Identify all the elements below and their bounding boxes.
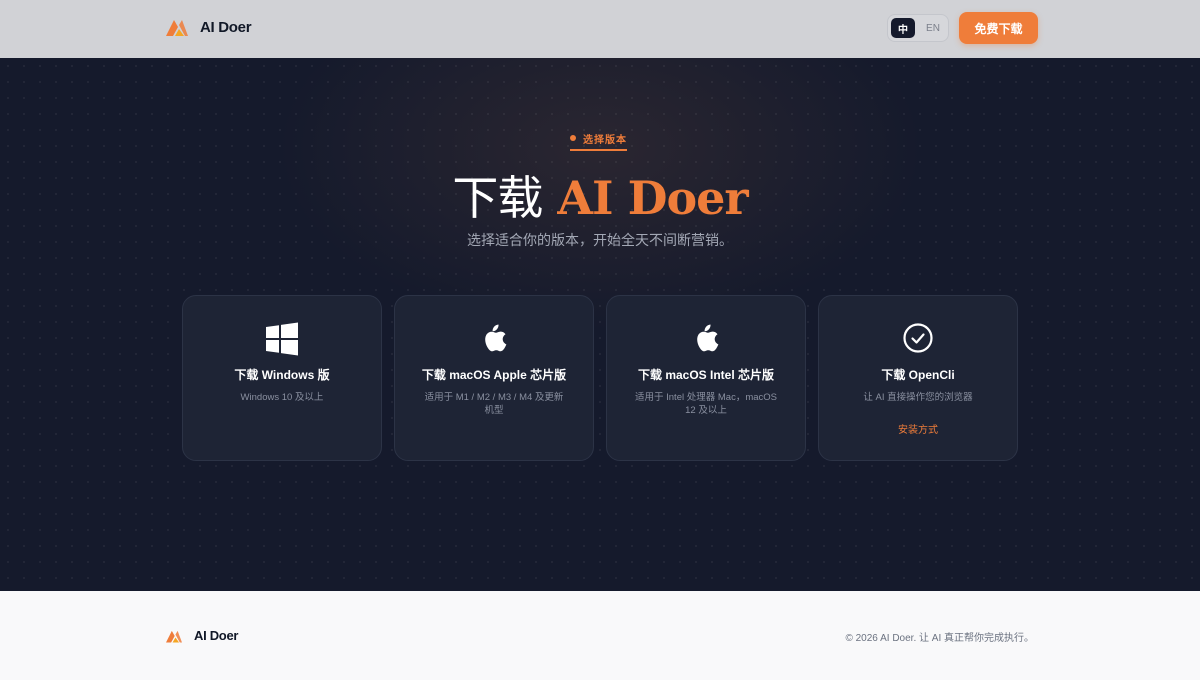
apple-icon	[485, 324, 507, 352]
card-icon-wrap	[819, 322, 1017, 356]
lang-option-zh[interactable]: 中	[891, 18, 915, 38]
language-switcher: 中 EN	[887, 14, 949, 42]
download-card-opencli[interactable]: 下载 OpenCli 让 AI 直接操作您的浏览器 安装方式	[818, 295, 1018, 461]
copyright-text: © 2026 AI Doer. 让 AI 真正帮你完成执行。	[845, 633, 1034, 644]
page-subtitle: 选择适合你的版本，开始全天不间断营销。	[467, 232, 733, 248]
site-footer: AI Doer © 2026 AI Doer. 让 AI 真正帮你完成执行。	[0, 591, 1200, 680]
footer-brand-name: AI Doer	[194, 628, 239, 643]
card-icon-wrap	[395, 322, 593, 356]
card-description: 让 AI 直接操作您的浏览器	[863, 392, 973, 403]
header-logo[interactable]: AI Doer	[166, 18, 252, 36]
install-guide-link[interactable]: 安装方式	[819, 421, 1017, 436]
lang-option-en[interactable]: EN	[921, 18, 945, 38]
logo-mark-icon	[166, 20, 188, 36]
card-title: 下载 macOS Apple 芯片版	[421, 368, 567, 382]
title-highlight: AI Doer	[557, 171, 748, 225]
download-hero: 选择版本 下载 AI Doer 选择适合你的版本，开始全天不间断营销。 下载 W…	[0, 58, 1200, 591]
card-icon-wrap	[183, 322, 381, 356]
eyebrow-label: 选择版本	[583, 134, 627, 146]
card-icon-wrap	[607, 322, 805, 356]
title-prefix: 下载	[452, 171, 543, 225]
check-circle-icon	[903, 323, 933, 353]
site-header: AI Doer 中 EN 免费下载	[0, 0, 1200, 58]
section-eyebrow: 选择版本	[570, 131, 627, 151]
eyebrow-dot-icon	[570, 135, 576, 141]
download-card-macos-intel[interactable]: 下载 macOS Intel 芯片版 适用于 Intel 处理器 Mac，mac…	[606, 295, 806, 461]
card-description: 适用于 M1 / M2 / M3 / M4 及更新机型	[424, 392, 564, 416]
page-title: 下载 AI Doer	[0, 162, 1200, 228]
card-title: 下载 macOS Intel 芯片版	[637, 368, 775, 382]
free-download-button[interactable]: 免费下载	[959, 12, 1038, 44]
card-description: Windows 10 及以上	[240, 392, 324, 403]
logo-mark-icon	[166, 630, 182, 643]
card-title: 下载 Windows 版	[234, 368, 330, 382]
windows-icon	[266, 322, 298, 356]
card-description: 适用于 Intel 处理器 Mac，macOS 12 及以上	[635, 392, 777, 416]
download-card-windows[interactable]: 下载 Windows 版 Windows 10 及以上	[182, 295, 382, 461]
brand-name: AI Doer	[200, 18, 252, 36]
download-card-macos-apple[interactable]: 下载 macOS Apple 芯片版 适用于 M1 / M2 / M3 / M4…	[394, 295, 594, 461]
apple-icon	[697, 324, 719, 352]
card-title: 下载 OpenCli	[881, 368, 955, 382]
footer-logo[interactable]: AI Doer	[166, 628, 238, 643]
